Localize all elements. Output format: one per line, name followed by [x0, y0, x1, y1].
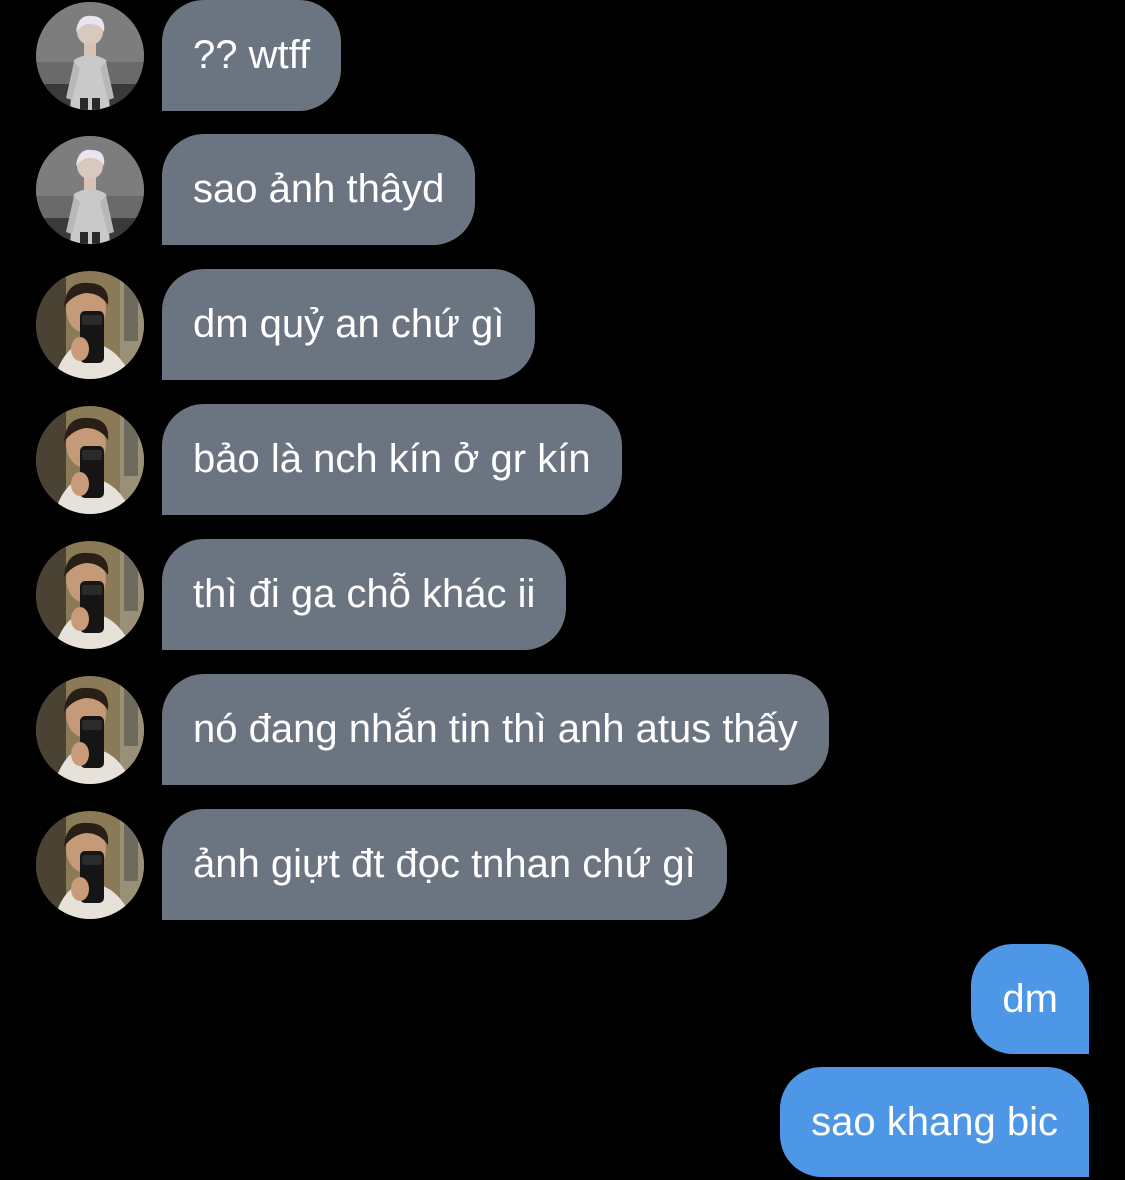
message-bubble-incoming[interactable]: ảnh giựt đt đọc tnhan chứ gì — [162, 809, 727, 920]
avatar-mirror-selfie-icon[interactable] — [36, 271, 144, 379]
avatar-image — [36, 406, 144, 514]
message-text: ?? wtff — [193, 33, 311, 77]
message-bubble-incoming[interactable]: dm quỷ an chứ gì — [162, 269, 536, 380]
message-bubble-outgoing[interactable]: sao khang bic — [780, 1067, 1089, 1177]
message-text: thì đi ga chỗ khác ii — [193, 572, 536, 616]
message-bubble-outgoing[interactable]: dm — [971, 944, 1089, 1054]
message-row-incoming: ?? wtff — [0, 0, 1125, 111]
avatar-image — [36, 136, 144, 244]
avatar-mirror-selfie-icon[interactable] — [36, 406, 144, 514]
avatar-image — [36, 271, 144, 379]
avatar-image — [36, 676, 144, 784]
message-bubble-incoming[interactable]: sao ảnh thâyd — [162, 134, 476, 245]
avatar-white-hair-icon[interactable] — [36, 2, 144, 110]
avatar-image — [36, 2, 144, 110]
message-text: dm quỷ an chứ gì — [193, 302, 505, 346]
message-bubble-incoming[interactable]: ?? wtff — [162, 0, 342, 111]
message-text: dm — [1002, 977, 1058, 1021]
message-row-incoming: ảnh giựt đt đọc tnhan chứ gì — [0, 809, 1125, 920]
avatar-image — [36, 541, 144, 649]
avatar-white-hair-icon[interactable] — [36, 136, 144, 244]
message-row-incoming: thì đi ga chỗ khác ii — [0, 539, 1125, 650]
message-row-incoming: bảo là nch kín ở gr kín — [0, 404, 1125, 515]
avatar-mirror-selfie-icon[interactable] — [36, 541, 144, 649]
message-row-outgoing: sao khang bic — [0, 1067, 1125, 1178]
message-bubble-incoming[interactable]: nó đang nhắn tin thì anh atus thấy — [162, 674, 829, 785]
message-bubble-incoming[interactable]: thì đi ga chỗ khác ii — [162, 539, 567, 650]
avatar-mirror-selfie-icon[interactable] — [36, 676, 144, 784]
message-text: ảnh giựt đt đọc tnhan chứ gì — [193, 842, 696, 886]
message-row-incoming: nó đang nhắn tin thì anh atus thấy — [0, 674, 1125, 785]
message-text: sao ảnh thâyd — [193, 167, 445, 211]
message-text: nó đang nhắn tin thì anh atus thấy — [193, 707, 798, 751]
avatar-image — [36, 811, 144, 919]
message-row-outgoing: dm — [0, 944, 1125, 1055]
message-text: bảo là nch kín ở gr kín — [193, 437, 591, 481]
message-row-incoming: dm quỷ an chứ gì — [0, 269, 1125, 380]
message-bubble-incoming[interactable]: bảo là nch kín ở gr kín — [162, 404, 622, 515]
avatar-mirror-selfie-icon[interactable] — [36, 811, 144, 919]
message-text: sao khang bic — [811, 1100, 1058, 1144]
message-row-incoming: sao ảnh thâyd — [0, 134, 1125, 245]
